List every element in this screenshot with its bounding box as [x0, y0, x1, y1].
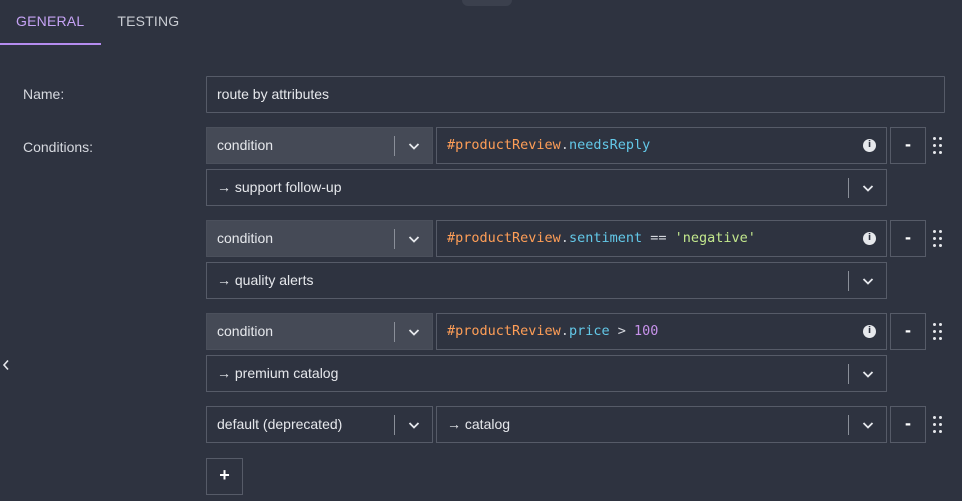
select-divider — [848, 415, 849, 435]
expression-variable: #productReview — [447, 137, 561, 153]
expression-variable: #productReview — [447, 323, 561, 339]
expression-property: sentiment — [568, 230, 643, 246]
condition-target-select[interactable]: → quality alerts — [206, 262, 887, 299]
expression-dot: . — [560, 230, 569, 246]
add-condition-button[interactable]: + — [206, 458, 243, 495]
expression-property: price — [568, 323, 610, 339]
select-divider — [848, 364, 849, 384]
tab-bar: GENERAL TESTING — [0, 0, 195, 45]
info-icon[interactable] — [863, 232, 876, 245]
condition-target-value: → support follow-up — [217, 179, 342, 195]
condition-type-value: condition — [217, 323, 274, 339]
expression-dot: . — [560, 137, 569, 153]
default-target-select[interactable]: → catalog — [436, 406, 887, 443]
expression-dot: . — [560, 323, 569, 339]
chevron-down-icon — [408, 422, 420, 429]
condition-expression-input[interactable]: #productReview.sentiment == 'negative' — [436, 220, 887, 257]
condition-type-select[interactable]: condition — [206, 127, 433, 164]
name-label: Name: — [23, 86, 65, 102]
condition-target-select[interactable]: → support follow-up — [206, 169, 887, 206]
remove-condition-button[interactable]: - — [890, 313, 926, 350]
condition-expression-input[interactable]: #productReview.price > 100 — [436, 313, 887, 350]
default-type-select[interactable]: default (deprecated) — [206, 406, 433, 443]
chevron-down-icon — [862, 371, 874, 378]
top-drawer-handle[interactable] — [462, 0, 512, 6]
info-icon[interactable] — [863, 139, 876, 152]
condition-type-select[interactable]: condition — [206, 313, 433, 350]
drag-handle-icon[interactable] — [933, 416, 943, 434]
select-divider — [394, 136, 395, 156]
condition-type-select[interactable]: condition — [206, 220, 433, 257]
tab-general[interactable]: GENERAL — [0, 0, 102, 45]
condition-type-value: condition — [217, 230, 274, 246]
condition-expression-input[interactable]: #productReview.needsReply — [436, 127, 887, 164]
expression-string: 'negative' — [674, 230, 756, 246]
remove-condition-button[interactable]: - — [890, 220, 926, 257]
expression-number: 100 — [633, 323, 659, 339]
drag-handle-icon[interactable] — [933, 230, 943, 248]
name-input[interactable]: route by attributes — [206, 76, 945, 113]
expression-property: needsReply — [568, 137, 651, 153]
chevron-down-icon — [408, 236, 420, 243]
select-divider — [848, 271, 849, 291]
condition-target-value: → premium catalog — [217, 365, 339, 381]
chevron-down-icon — [408, 143, 420, 150]
chevron-down-icon — [862, 185, 874, 192]
expression-operator: == — [642, 230, 675, 246]
info-icon[interactable] — [863, 325, 876, 338]
tab-testing[interactable]: TESTING — [101, 0, 195, 45]
condition-target-select[interactable]: → premium catalog — [206, 355, 887, 392]
expression-variable: #productReview — [447, 230, 561, 246]
remove-default-button[interactable]: - — [890, 406, 926, 443]
chevron-left-icon[interactable] — [2, 359, 10, 371]
select-divider — [394, 229, 395, 249]
select-divider — [394, 415, 395, 435]
chevron-down-icon — [408, 329, 420, 336]
condition-type-value: condition — [217, 137, 274, 153]
select-divider — [394, 322, 395, 342]
chevron-down-icon — [862, 422, 874, 429]
remove-condition-button[interactable]: - — [890, 127, 926, 164]
drag-handle-icon[interactable] — [933, 137, 943, 155]
select-divider — [848, 178, 849, 198]
drag-handle-icon[interactable] — [933, 323, 943, 341]
expression-operator: > — [609, 323, 634, 339]
conditions-label: Conditions: — [23, 139, 94, 155]
default-type-value: default (deprecated) — [217, 416, 343, 432]
default-target-value: → catalog — [447, 416, 511, 432]
chevron-down-icon — [862, 278, 874, 285]
condition-target-value: → quality alerts — [217, 272, 314, 288]
